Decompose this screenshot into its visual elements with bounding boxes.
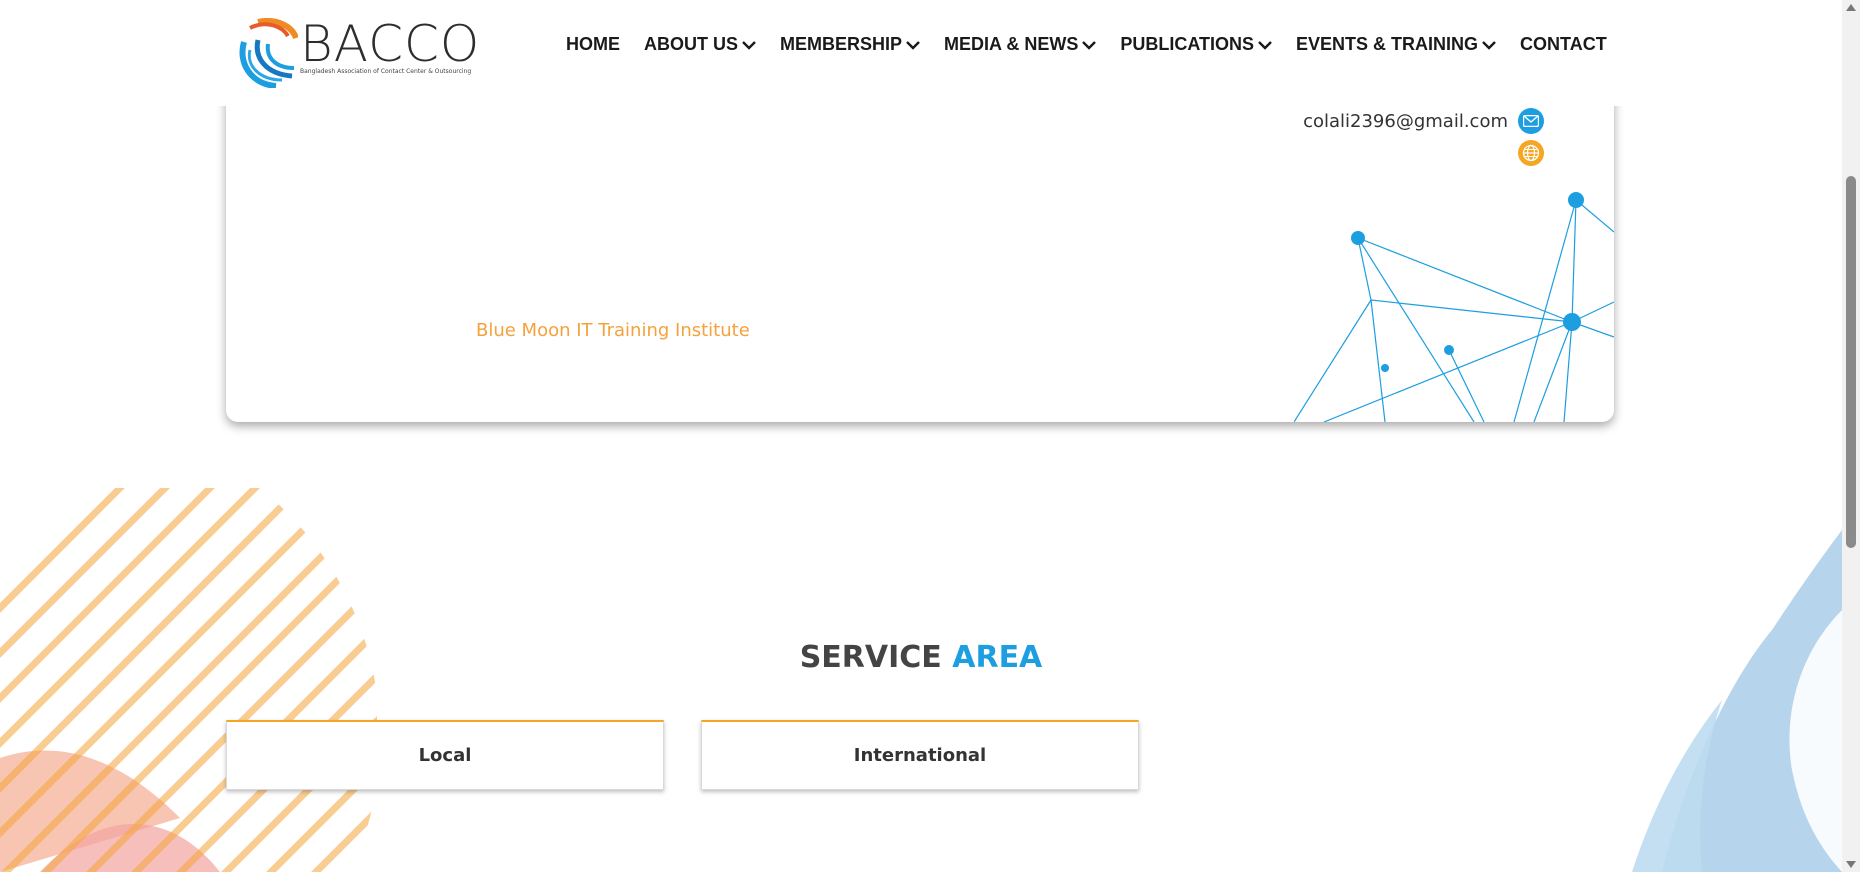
decorative-wave-right: [1632, 530, 1842, 872]
chevron-down-icon: [1082, 40, 1097, 50]
page-scrollbar[interactable]: [1842, 0, 1860, 872]
chevron-down-icon: [906, 40, 920, 50]
nav-publications[interactable]: PUBLICATIONS: [1120, 34, 1272, 55]
decorative-stripes-left: [0, 488, 377, 872]
envelope-icon[interactable]: [1518, 108, 1544, 134]
service-title-word2: AREA: [952, 640, 1043, 675]
nav-label: MEMBERSHIP: [780, 34, 903, 54]
globe-icon[interactable]: [1518, 140, 1544, 166]
nav-contact[interactable]: CONTACT: [1520, 34, 1607, 55]
nav-label: PUBLICATIONS: [1120, 34, 1255, 54]
nav-about-us[interactable]: ABOUT US: [644, 34, 756, 55]
main-nav: HOME ABOUT US MEMBERSHIP MEDIA & NEWS PU…: [566, 34, 1631, 55]
service-area-title: SERVICE AREA: [0, 640, 1842, 675]
scroll-up-arrow-icon[interactable]: [1846, 4, 1856, 11]
member-email[interactable]: colali2396@gmail.com: [1303, 111, 1508, 132]
member-name: Blue Moon IT Training Institute: [476, 320, 750, 341]
nav-label: EVENTS & TRAINING: [1296, 34, 1479, 54]
nav-label: CONTACT: [1520, 34, 1607, 54]
logo-wordmark: BACCO: [300, 15, 481, 73]
service-title-word1: SERVICE: [799, 640, 942, 675]
chevron-down-icon: [1482, 40, 1496, 50]
chevron-down-icon: [1258, 40, 1272, 50]
scroll-down-arrow-icon[interactable]: [1846, 861, 1856, 868]
nav-label: ABOUT US: [644, 34, 738, 54]
service-local-button[interactable]: Local: [226, 720, 664, 790]
logo-mark-icon: [239, 18, 298, 88]
network-graphic: [1294, 192, 1614, 422]
email-row: colali2396@gmail.com: [1303, 108, 1544, 134]
nav-label: MEDIA & NEWS: [944, 34, 1079, 54]
site-header: BACCO Bangladesh Association of Contact …: [0, 0, 1842, 106]
logo-tagline: Bangladesh Association of Contact Center…: [300, 68, 472, 75]
scroll-thumb[interactable]: [1846, 176, 1856, 548]
nav-home[interactable]: HOME: [566, 34, 620, 55]
nav-membership[interactable]: MEMBERSHIP: [780, 34, 920, 55]
member-card: colali2396@gmail.com Blue Moon IT Traini…: [226, 60, 1614, 422]
nav-media-news[interactable]: MEDIA & NEWS: [944, 34, 1097, 55]
nav-events-training[interactable]: EVENTS & TRAINING: [1296, 34, 1496, 55]
chevron-down-icon: [742, 40, 756, 50]
service-international-button[interactable]: International: [701, 720, 1139, 790]
nav-label: HOME: [566, 34, 620, 54]
bacco-logo[interactable]: BACCO Bangladesh Association of Contact …: [236, 18, 480, 88]
